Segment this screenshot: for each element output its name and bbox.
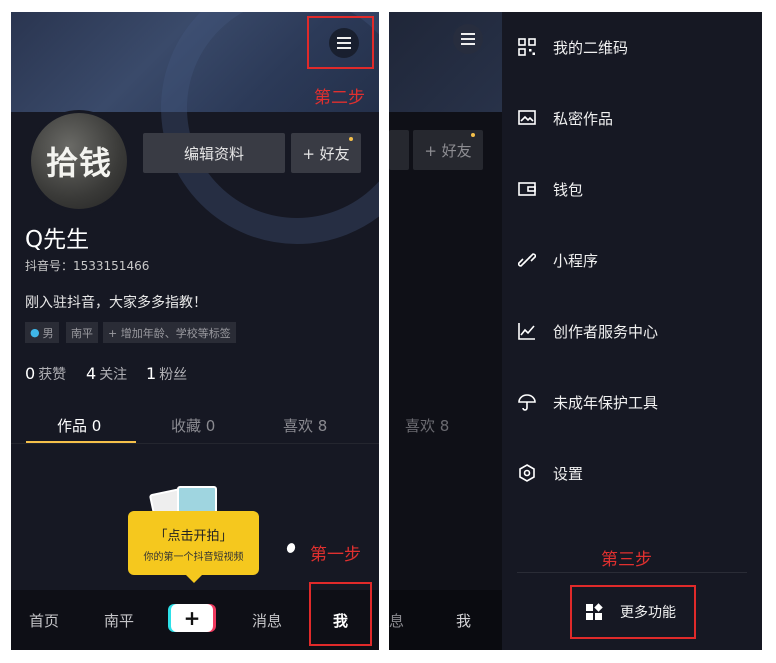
notification-dot [349, 137, 353, 141]
following-stat[interactable]: 4 关注 [86, 364, 127, 384]
tab-favorites[interactable]: 收藏 0 [171, 415, 215, 436]
create-button[interactable]: + [171, 604, 213, 632]
hamburger-icon [461, 33, 475, 45]
followers-stat[interactable]: 1 粉丝 [146, 364, 187, 384]
settings-icon [517, 463, 537, 483]
gender-tag[interactable]: ● 男 [25, 322, 59, 343]
edit-profile-button[interactable]: 编辑资料 [143, 133, 285, 173]
menu-item-creator-center[interactable]: 创作者服务中心 [517, 319, 658, 343]
bio: 刚入驻抖音，大家多多指教！ [25, 295, 207, 311]
drawer-screen: + 好友 喜欢 8 息 我 我的二维码 私密作品 钱包 小程序 创作者服务中心 … [389, 12, 762, 650]
dimmed-nav-me: 我 [456, 612, 472, 630]
dimmed-likes-tab: 喜欢 8 [405, 417, 450, 435]
step3-label: 第三步 [601, 550, 652, 570]
tab-likes[interactable]: 喜欢 8 [283, 415, 327, 436]
nav-messages[interactable]: 消息 [252, 610, 282, 631]
menu-item-qrcode[interactable]: 我的二维码 [517, 35, 628, 59]
menu-item-settings[interactable]: 设置 [517, 461, 583, 485]
start-shooting-bubble[interactable]: 「点击开拍」 你的第一个抖音短视频 [128, 511, 259, 583]
bubble-title: 「点击开拍」 [154, 529, 233, 544]
qrcode-icon [517, 37, 537, 57]
menu-item-private-works[interactable]: 私密作品 [517, 106, 613, 130]
step1-highlight [309, 582, 372, 646]
step1-label: 第一步 [310, 545, 361, 565]
tab-divider [11, 443, 379, 444]
likes-stat[interactable]: 0 获赞 [25, 364, 66, 384]
douyin-id: 抖音号：1533151466 [25, 259, 150, 273]
dimmed-banner [389, 12, 502, 112]
chart-line-icon [517, 321, 537, 341]
dimmed-hamburger-button [453, 24, 483, 54]
dimmed-notification-dot [471, 133, 475, 137]
tab-works[interactable]: 作品 0 [57, 415, 101, 436]
side-drawer: 我的二维码 私密作品 钱包 小程序 创作者服务中心 未成年保护工具 设置 更多功… [502, 12, 762, 650]
wallet-icon [517, 179, 537, 199]
male-icon: ● [30, 326, 40, 339]
private-image-icon [517, 108, 537, 128]
step3-highlight [570, 585, 696, 639]
location-tag[interactable]: 南平 [66, 322, 98, 343]
nav-city[interactable]: 南平 [104, 610, 134, 631]
mini-program-icon [517, 250, 537, 270]
bubble-subtitle: 你的第一个抖音短视频 [143, 552, 244, 563]
avatar[interactable]: 拾钱 [28, 110, 130, 212]
menu-item-wallet[interactable]: 钱包 [517, 177, 583, 201]
sparkle-icon [285, 541, 297, 555]
step2-highlight [307, 16, 374, 69]
menu-item-minor-protection[interactable]: 未成年保护工具 [517, 390, 658, 414]
umbrella-icon [517, 392, 537, 412]
username: Q先生 [25, 227, 90, 253]
nav-home[interactable]: 首页 [29, 610, 59, 631]
dimmed-bottom-nav: 息 我 [389, 590, 502, 650]
step2-label: 第二步 [314, 88, 365, 108]
avatar-text: 拾钱 [45, 144, 112, 182]
dimmed-profile-background: + 好友 喜欢 8 息 我 [389, 12, 502, 650]
dimmed-edit-button [389, 130, 409, 170]
add-tag-button[interactable]: + 增加年龄、学校等标签 [103, 322, 236, 343]
drawer-divider [517, 572, 747, 573]
dimmed-nav-messages: 息 [389, 612, 405, 630]
menu-item-mini-program[interactable]: 小程序 [517, 248, 598, 272]
profile-screen: 拾钱 编辑资料 + 好友 Q先生 抖音号：1533151466 刚入驻抖音，大家… [11, 12, 379, 650]
